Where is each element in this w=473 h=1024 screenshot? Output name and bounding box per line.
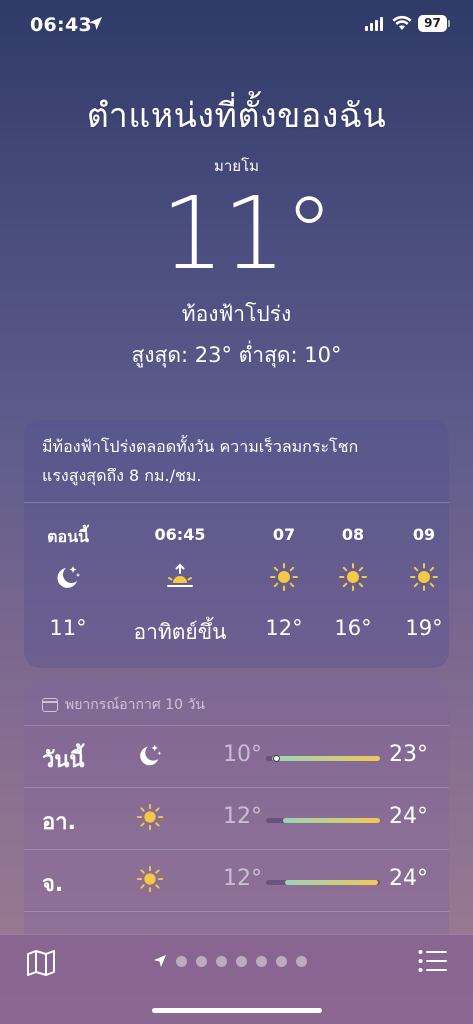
location-arrow-icon <box>89 17 102 30</box>
summary-line-1: มีท้องฟ้าโปร่งตลอดทั้งวัน ความเร็วลมกระโ… <box>42 437 359 456</box>
forecast-summary: มีท้องฟ้าโปร่งตลอดทั้งวัน ความเร็วลมกระโ… <box>24 420 449 503</box>
map-icon[interactable] <box>26 949 56 977</box>
day-row[interactable]: วันนี้ 10° 23° <box>24 725 449 787</box>
home-indicator[interactable] <box>152 1008 322 1013</box>
day-label: จ. <box>42 872 64 897</box>
current-weather-header: ตำแหน่งที่ตั้งของฉัน มายโม 11° ท้องฟ้าโป… <box>0 88 473 372</box>
moon-stars-icon <box>57 566 80 588</box>
condition-label: ท้องฟ้าโปร่ง <box>181 302 292 326</box>
temp-range-bar <box>266 880 380 885</box>
summary-line-2: แรงสูงสุดถึง 8 กม./ชม. <box>42 466 202 485</box>
hour-label: 09 <box>412 525 436 544</box>
moon-stars-icon <box>140 744 162 766</box>
hour-label: 06:45 <box>154 525 206 544</box>
location-arrow-icon <box>153 954 167 968</box>
list-icon[interactable] <box>418 949 448 973</box>
day-high-temp: 24° <box>389 866 428 891</box>
day-row[interactable]: อา. 12° 24° <box>24 787 449 849</box>
location-title: ตำแหน่งที่ตั้งของฉัน <box>86 96 387 136</box>
temp-range-bar <box>266 818 380 823</box>
bottom-toolbar <box>0 934 473 1024</box>
temp-range-fill <box>283 818 380 823</box>
page-dot[interactable] <box>296 955 307 967</box>
page-dot[interactable] <box>256 955 267 967</box>
sunrise-icon <box>167 563 193 587</box>
calendar-icon <box>42 698 58 712</box>
status-time: 06:43 <box>30 14 92 36</box>
page-indicator[interactable] <box>153 954 307 968</box>
day-row[interactable]: จ. 12° 24° <box>24 849 449 911</box>
hour-temperature: 19° <box>405 616 443 640</box>
high-low-label: สูงสุด: 23° ต่ำสุด: 10° <box>131 343 342 367</box>
day-high-temp: 24° <box>389 804 428 829</box>
battery-indicator: 97 <box>418 15 450 32</box>
temp-range-bar <box>266 755 380 762</box>
page-dot[interactable] <box>216 955 227 967</box>
day-low-temp: 12° <box>223 866 262 891</box>
current-temperature: 11° <box>160 175 334 292</box>
sun-icon <box>270 563 298 591</box>
day-low-temp: 12° <box>223 804 262 829</box>
day-label: วันนี้ <box>42 748 85 773</box>
day-label: อา. <box>42 810 76 835</box>
hourly-strip[interactable]: ตอนนี้ 11° 06:45 อาทิตย์ขึ้น 07 12° 08 1… <box>24 503 449 668</box>
sun-icon <box>339 563 367 591</box>
cellular-signal-icon <box>365 17 383 31</box>
temp-range-fill <box>271 756 380 761</box>
hour-temperature: อาทิตย์ขึ้น <box>133 620 227 644</box>
hour-temperature: 11° <box>49 616 87 640</box>
page-dot[interactable] <box>196 955 207 967</box>
sun-icon <box>136 803 164 831</box>
status-bar: 06:43 97 <box>0 0 473 50</box>
temp-range-fill <box>285 880 378 885</box>
sun-icon <box>410 563 438 591</box>
hourly-forecast-card[interactable]: มีท้องฟ้าโปร่งตลอดทั้งวัน ความเร็วลมกระโ… <box>24 420 449 668</box>
day-low-temp: 10° <box>223 742 262 767</box>
sun-icon <box>136 865 164 893</box>
day-high-temp: 23° <box>389 742 428 767</box>
ten-day-header-label: พยากรณ์อากาศ 10 วัน <box>65 697 205 713</box>
wifi-icon <box>392 15 412 30</box>
page-dot[interactable] <box>176 955 187 967</box>
page-dot[interactable] <box>236 955 247 967</box>
hour-label: ตอนนี้ <box>47 527 89 546</box>
ten-day-header: พยากรณ์อากาศ 10 วัน <box>42 694 205 716</box>
page-dot[interactable] <box>276 955 287 967</box>
